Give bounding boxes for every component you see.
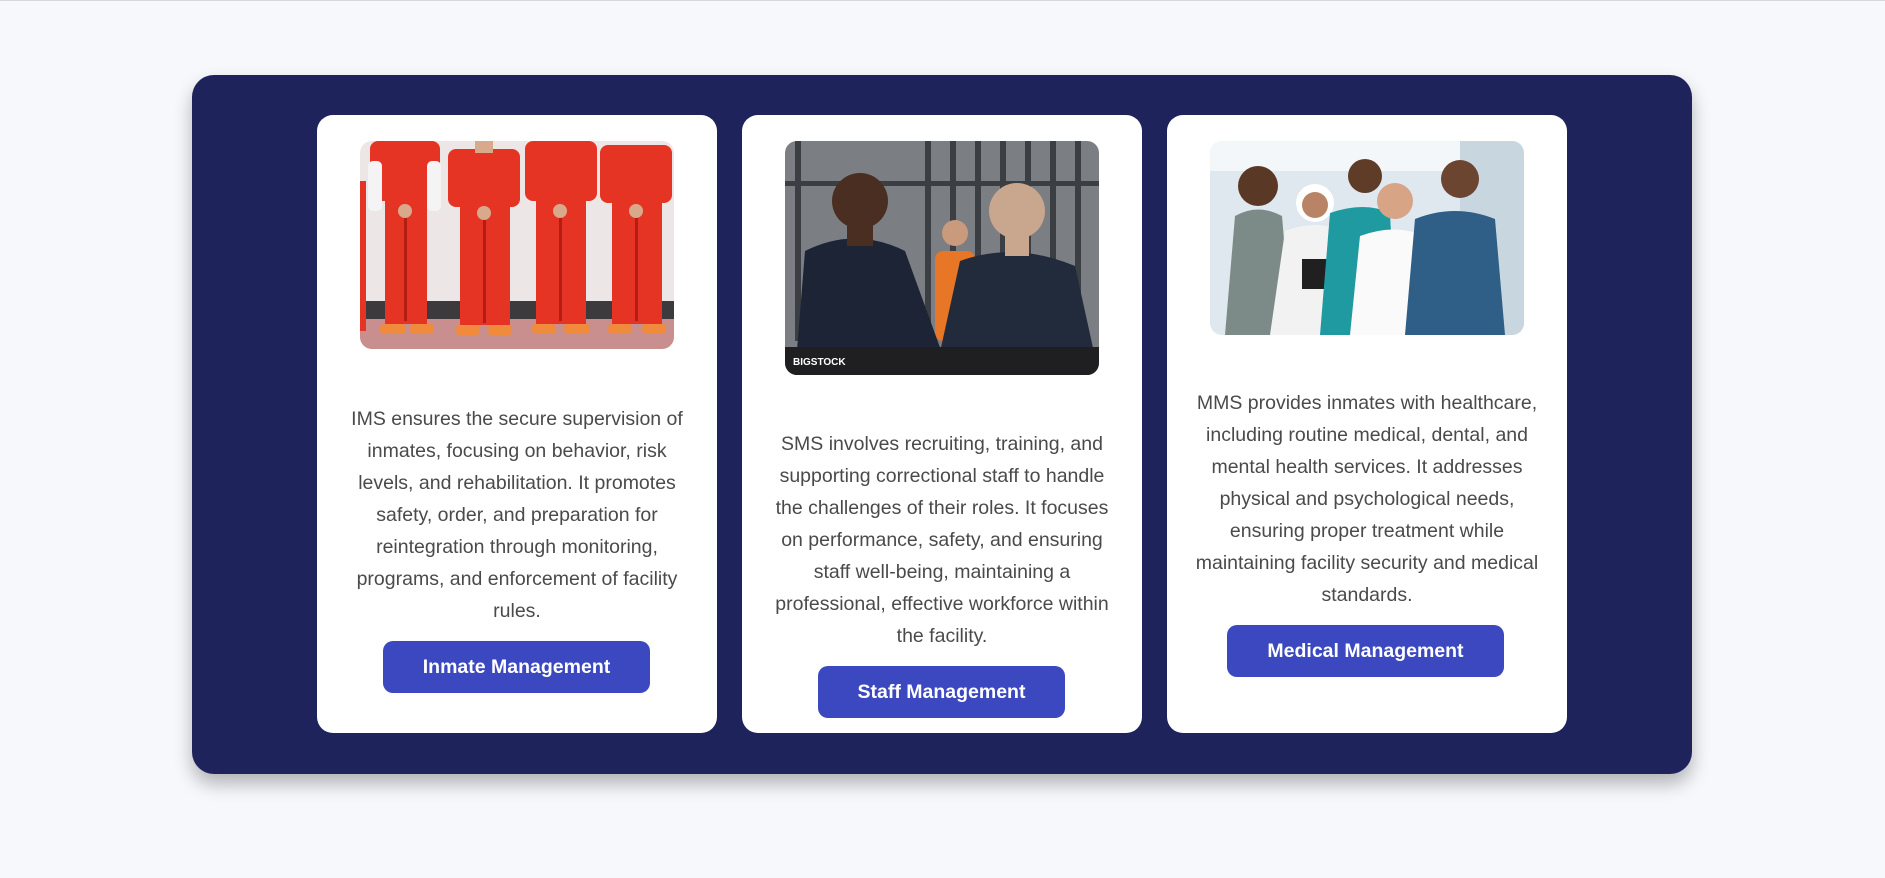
inmate-management-button[interactable]: Inmate Management xyxy=(383,641,650,693)
staff-photo: BIGSTOCK xyxy=(785,141,1099,375)
service-description: SMS involves recruiting, training, and s… xyxy=(775,433,1109,647)
inmates-photo xyxy=(360,141,674,349)
medical-team-photo xyxy=(1210,141,1524,335)
service-description: IMS ensures the secure supervision of in… xyxy=(351,408,683,622)
staff-illustration: BIGSTOCK xyxy=(785,141,1099,375)
bigstock-watermark: BIGSTOCK xyxy=(793,357,846,368)
service-card-medical: MMS provides inmates with healthcare, in… xyxy=(1167,115,1567,733)
staff-management-button[interactable]: Staff Management xyxy=(818,666,1065,718)
medical-management-button[interactable]: Medical Management xyxy=(1227,625,1504,677)
top-divider xyxy=(0,0,1885,1)
inmates-illustration xyxy=(360,141,674,349)
service-description: MMS provides inmates with healthcare, in… xyxy=(1195,392,1539,606)
services-panel: IMS ensures the secure supervision of in… xyxy=(192,75,1692,774)
service-card-inmate: IMS ensures the secure supervision of in… xyxy=(317,115,717,733)
service-card-staff: BIGSTOCK SMS involves recruiting, traini… xyxy=(742,115,1142,733)
medical-team-illustration xyxy=(1210,141,1524,335)
